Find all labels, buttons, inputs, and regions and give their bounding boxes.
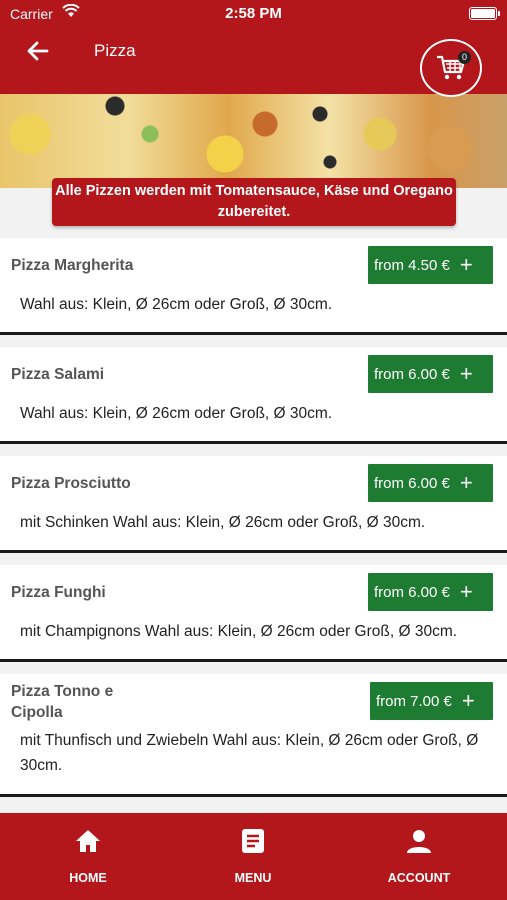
price-label: from 4.50 € — [374, 256, 450, 274]
product-name: Pizza Funghi — [11, 584, 106, 601]
plus-icon: + — [459, 579, 473, 604]
product-name: Pizza Margherita — [11, 257, 134, 274]
person-icon — [407, 830, 431, 853]
product-card[interactable]: Pizza Funghi from 6.00 € + mit Champigno… — [0, 565, 507, 662]
nav-menu-label: MENU — [234, 871, 272, 885]
add-to-cart-button[interactable]: from 4.50 € + — [368, 246, 493, 284]
price-label: from 6.00 € — [374, 583, 450, 601]
product-card[interactable]: Pizza Salami from 6.00 € + Wahl aus: Kle… — [0, 347, 507, 444]
notice-banner: Alle Pizzen werden mit Tomatensauce, Käs… — [52, 178, 456, 226]
status-bar: Carrier 2:58 PM — [0, 0, 507, 28]
price-label: from 6.00 € — [374, 365, 450, 383]
pizza-banner-image — [0, 94, 507, 188]
product-description: mit Schinken Wahl aus: Klein, Ø 26cm ode… — [20, 514, 426, 531]
plus-icon: + — [459, 361, 473, 386]
page-title: Pizza — [94, 41, 136, 60]
product-description: Wahl aus: Klein, Ø 26cm oder Groß, Ø 30c… — [20, 296, 333, 313]
product-card[interactable]: Pizza Tonno e Cipolla from 7.00 € + mit … — [0, 674, 507, 797]
battery-icon — [469, 7, 500, 20]
plus-icon: + — [459, 470, 473, 495]
nav-menu[interactable]: MENU — [193, 813, 313, 900]
add-to-cart-button[interactable]: from 6.00 € + — [368, 464, 493, 502]
nav-account-label: ACCOUNT — [387, 871, 451, 885]
plus-icon: + — [461, 688, 475, 713]
product-description: mit Champignons Wahl aus: Klein, Ø 26cm … — [20, 623, 458, 640]
nav-account[interactable]: ACCOUNT — [359, 813, 479, 900]
price-label: from 7.00 € — [376, 692, 452, 710]
home-icon — [76, 830, 100, 852]
product-name: Pizza Prosciutto — [11, 475, 131, 492]
product-card[interactable]: Pizza Margherita from 4.50 € + Wahl aus:… — [0, 238, 507, 335]
add-to-cart-button[interactable]: from 6.00 € + — [368, 355, 493, 393]
product-name: Pizza Tonno e Cipolla — [11, 683, 114, 721]
product-card[interactable]: Pizza Prosciutto from 6.00 € + mit Schin… — [0, 456, 507, 553]
product-name: Pizza Salami — [11, 366, 105, 383]
price-label: from 6.00 € — [374, 474, 450, 492]
cart-count-badge: 0 — [458, 51, 471, 64]
nav-home[interactable]: HOME — [28, 813, 148, 900]
product-description: mit Thunfisch und Zwiebeln Wahl aus: Kle… — [20, 732, 479, 774]
menu-document-icon — [242, 829, 264, 853]
add-to-cart-button[interactable]: from 7.00 € + — [370, 682, 493, 720]
back-button[interactable] — [18, 36, 58, 66]
arrow-left-icon — [27, 41, 49, 61]
plus-icon: + — [459, 252, 473, 277]
status-time: 2:58 PM — [225, 5, 282, 22]
product-description: Wahl aus: Klein, Ø 26cm oder Groß, Ø 30c… — [20, 405, 333, 422]
add-to-cart-button[interactable]: from 6.00 € + — [368, 573, 493, 611]
nav-home-label: HOME — [69, 871, 107, 885]
bottom-navigation: HOME MENU ACCOUNT — [0, 813, 507, 900]
cart-button[interactable]: 0 — [420, 39, 482, 97]
app-header: Pizza 0 — [0, 28, 507, 97]
